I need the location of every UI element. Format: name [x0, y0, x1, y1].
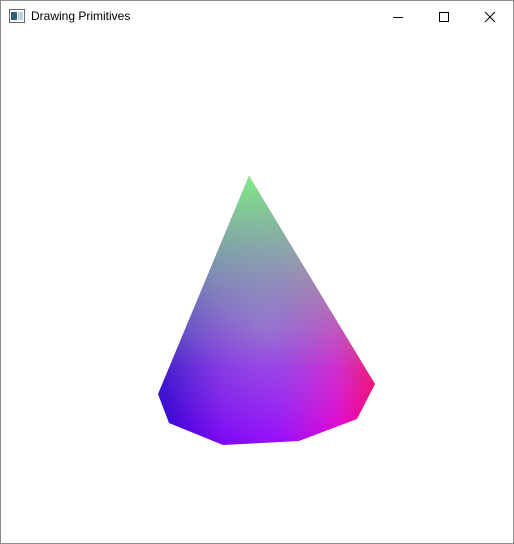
window-app-icon[interactable]: [9, 9, 25, 23]
client-bottom: [1, 484, 513, 543]
minimize-button[interactable]: [375, 1, 421, 32]
minimize-icon: [392, 11, 404, 23]
close-icon: [484, 11, 496, 23]
close-button[interactable]: [467, 1, 513, 32]
cone-scene: [158, 176, 375, 445]
cone-primitive: [158, 176, 375, 445]
title-bar[interactable]: Drawing Primitives: [1, 1, 513, 32]
maximize-button[interactable]: [421, 1, 467, 32]
window-title: Drawing Primitives: [31, 9, 131, 23]
app-window: Drawing Primitives: [0, 0, 514, 544]
render-canvas[interactable]: [1, 32, 513, 543]
maximize-icon: [438, 11, 450, 23]
